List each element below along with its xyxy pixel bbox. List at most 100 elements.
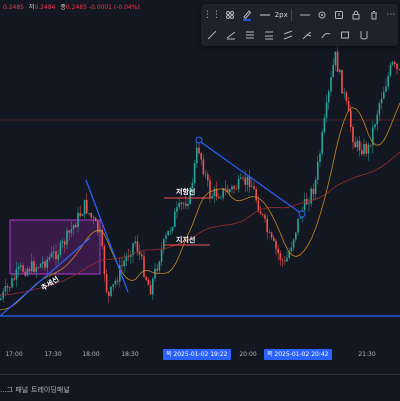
rectangle-icon[interactable] [337, 27, 353, 43]
tab-other-panel[interactable]: ...그 패널 [0, 385, 28, 395]
fib-icon[interactable] [261, 27, 277, 43]
candle-body [224, 188, 227, 190]
candle-body [4, 285, 7, 292]
candle-body [143, 256, 145, 277]
candle-body [380, 98, 383, 104]
candle-body [354, 142, 356, 148]
candle-body [39, 263, 42, 268]
candle-body [13, 278, 15, 280]
tab-trading-panel[interactable]: 트레이딩패널 [31, 385, 70, 395]
candle-body [248, 176, 251, 188]
delete-icon[interactable] [367, 7, 381, 23]
candle-body [365, 143, 367, 154]
candle-body [330, 77, 332, 92]
candle-body [253, 186, 255, 190]
candle-body [83, 199, 86, 215]
candle-body [20, 265, 22, 267]
time-tick: 18:30 [121, 351, 139, 358]
brush-icon[interactable] [318, 27, 334, 43]
candle-body [369, 144, 372, 146]
candle-body [317, 162, 319, 180]
time-axis[interactable]: 17:00 17:30 18:00 18:30 목 2025-01-02 19:… [0, 347, 400, 363]
candle-body [220, 197, 222, 199]
pitchfork-icon[interactable] [299, 27, 315, 43]
candle-body [273, 237, 275, 241]
candle-body [11, 278, 13, 288]
lock-icon[interactable] [349, 7, 363, 23]
time-tick: 17:30 [44, 351, 62, 358]
candle-body [50, 252, 53, 258]
line-style-icon[interactable] [257, 7, 271, 23]
candle-body [389, 64, 392, 76]
candle-body [79, 212, 81, 216]
line-width-label[interactable]: 2px [275, 11, 288, 19]
candle-body [90, 212, 92, 218]
arrow-lines-icon[interactable] [223, 27, 239, 43]
candle-body [279, 253, 282, 260]
candle-body [158, 261, 161, 271]
settings-icon[interactable] [315, 7, 329, 23]
candle-body [391, 62, 394, 65]
candle-body [358, 140, 361, 151]
line-width-icon[interactable] [298, 7, 312, 23]
ohlc-legend: 0.2485 저0.2484 종0.2485 -0.0001 (-0.04%) [0, 2, 140, 11]
time-badge-end: 목 2025-01-02 20:42 [264, 349, 332, 360]
trend-line-handle-end[interactable] [298, 210, 306, 218]
selected-trend-line[interactable] [197, 139, 303, 215]
candle-body [6, 285, 9, 288]
candle-body [352, 126, 354, 143]
candle-body [325, 102, 328, 118]
time-tick: 18:00 [82, 351, 100, 358]
candle-body [292, 239, 295, 248]
candle-body [209, 180, 211, 199]
price-chart[interactable] [0, 0, 400, 347]
candle-body [108, 291, 110, 297]
candle-body [262, 214, 264, 215]
candle-body [178, 202, 180, 208]
candle-body [259, 211, 262, 215]
alert-icon[interactable] [332, 7, 346, 23]
drag-handle-icon[interactable]: ⋮⋮ [203, 7, 221, 23]
candle-body [0, 298, 2, 300]
candle-body [284, 260, 286, 262]
ohlc-value-3: 0.2485 [65, 4, 87, 11]
candle-body [187, 203, 189, 207]
more-icon[interactable]: ⋯ [384, 7, 398, 23]
candle-body [385, 86, 387, 92]
toolbar-separator [290, 9, 292, 21]
candle-body [297, 218, 299, 233]
candle-body [229, 189, 231, 193]
candle-body [134, 241, 136, 244]
candle-body [231, 186, 233, 190]
parallel-lines-icon[interactable] [242, 27, 258, 43]
trend-line-handle-start[interactable] [195, 136, 203, 144]
candle-body [378, 103, 381, 115]
candle-body [356, 140, 359, 148]
drawing-toolbar: ⋮⋮ 2px ⋯ [201, 4, 398, 46]
candle-body [138, 251, 141, 255]
candle-body [163, 239, 165, 250]
time-badge-start: 목 2025-01-02 19:22 [163, 349, 231, 360]
candle-body [169, 230, 172, 232]
candle-body [92, 217, 95, 219]
channel-icon[interactable] [280, 27, 296, 43]
cup-icon[interactable] [356, 27, 372, 43]
candle-body [363, 143, 365, 155]
candle-body [310, 188, 312, 204]
support-label: 지지선 [176, 236, 196, 244]
candle-body [110, 286, 112, 297]
candle-body [136, 241, 139, 252]
candle-body [103, 245, 106, 275]
candle-body [374, 124, 376, 128]
candle-body [328, 91, 330, 103]
time-tick: 20:00 [239, 351, 257, 358]
candle-body [347, 100, 350, 111]
template-icon[interactable] [223, 7, 237, 23]
candle-body [180, 202, 183, 205]
candle-body [26, 268, 29, 276]
candle-body [246, 176, 249, 185]
candle-body [255, 189, 257, 201]
trend-line-icon[interactable] [204, 27, 220, 43]
pencil-icon[interactable] [240, 7, 254, 23]
candle-body [141, 254, 143, 257]
